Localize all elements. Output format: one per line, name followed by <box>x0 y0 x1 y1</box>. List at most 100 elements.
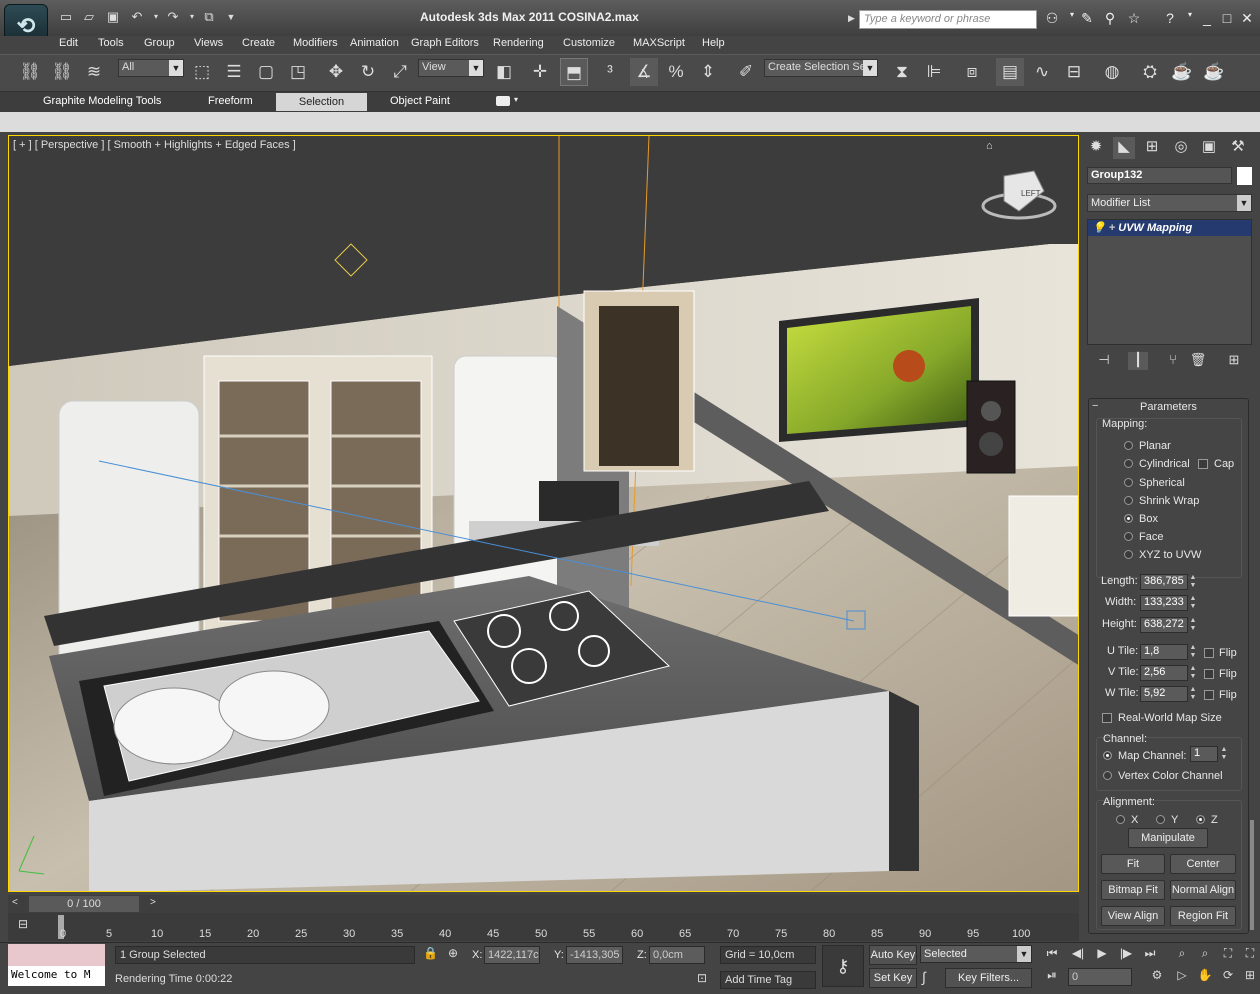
wtile-spinner-icon[interactable]: ▲ ▼ <box>1189 686 1197 702</box>
save-file-icon[interactable]: ▣ <box>104 9 122 25</box>
field-of-view-icon[interactable]: ▷ <box>1172 968 1192 986</box>
select-and-rotate-icon[interactable]: ↻ <box>354 58 382 86</box>
view-align-button[interactable]: View Align <box>1101 906 1165 926</box>
region-fit-button[interactable]: Region Fit <box>1170 906 1236 926</box>
ribbon-dropdown-icon[interactable]: ▾ <box>514 95 518 104</box>
favorites-star-icon[interactable]: ☆ <box>1124 10 1144 28</box>
height-field[interactable]: 638,272 <box>1140 617 1188 633</box>
ribbon-toggle-icon[interactable] <box>496 96 510 106</box>
width-spinner-icon[interactable]: ▲ ▼ <box>1189 595 1197 611</box>
menu-modifiers[interactable]: Modifiers <box>293 37 338 49</box>
utile-spinner-icon[interactable]: ▲ ▼ <box>1189 644 1197 660</box>
radio-align-y[interactable] <box>1156 815 1165 824</box>
fit-button[interactable]: Fit <box>1101 854 1165 874</box>
next-frame-icon[interactable]: > <box>150 897 156 908</box>
radio-shrink-wrap[interactable] <box>1124 496 1133 505</box>
tab-freeform[interactable]: Freeform <box>208 95 253 107</box>
time-configuration-icon[interactable]: ⚙ <box>1147 968 1167 986</box>
tab-object-paint[interactable]: Object Paint <box>390 95 450 107</box>
length-field[interactable]: 386,785 <box>1140 574 1188 590</box>
rectangular-selection-icon[interactable]: ▢ <box>252 58 280 86</box>
center-button[interactable]: Center <box>1170 854 1236 874</box>
time-tag-icon[interactable]: ⊡ <box>697 971 707 985</box>
key-mode-toggle-icon[interactable]: ⏯ <box>1042 968 1062 986</box>
y-coordinate-field[interactable]: -1413,305 <box>566 946 623 964</box>
menu-views[interactable]: Views <box>194 37 223 49</box>
modify-tab-icon[interactable]: ◣ <box>1113 137 1135 159</box>
object-color-swatch[interactable] <box>1237 167 1252 185</box>
tab-graphite-modeling-tools[interactable]: Graphite Modeling Tools <box>43 95 161 107</box>
play-icon[interactable]: ▶ <box>1092 946 1112 964</box>
menu-create[interactable]: Create <box>242 37 275 49</box>
key-selection-dropdown[interactable]: Selected ▼ <box>920 945 1032 963</box>
undo-icon[interactable]: ↶ <box>128 9 146 25</box>
menu-customize[interactable]: Customize <box>563 37 615 49</box>
redo-icon[interactable]: ↷ <box>164 9 182 25</box>
select-by-name-icon[interactable]: ☰ <box>220 58 248 86</box>
length-spinner-icon[interactable]: ▲ ▼ <box>1189 574 1197 590</box>
vflip-checkbox[interactable] <box>1204 669 1214 679</box>
set-key-button[interactable]: Set Key <box>869 968 917 988</box>
perspective-viewport[interactable]: LEFT <box>8 135 1079 892</box>
normal-align-button[interactable]: Normal Align <box>1170 880 1236 900</box>
maxscript-listener-text[interactable]: Welcome to M <box>8 966 105 986</box>
create-tab-icon[interactable]: ✹ <box>1085 137 1107 159</box>
radio-face[interactable] <box>1124 532 1133 541</box>
keyboard-shortcut-override-icon[interactable]: ⬒ <box>560 58 588 86</box>
undo-dropdown-icon[interactable]: ▾ <box>147 9 165 25</box>
lightbulb-icon[interactable]: 💡 <box>1092 222 1106 234</box>
schematic-view-icon[interactable]: ⊟ <box>1060 58 1088 86</box>
tab-selection[interactable]: Selection <box>276 93 367 111</box>
display-tab-icon[interactable]: ▣ <box>1198 137 1220 159</box>
object-name-field[interactable]: Group132 <box>1087 167 1232 184</box>
expand-plus-icon[interactable]: + <box>1109 222 1115 234</box>
angle-snap-icon[interactable]: ∡ <box>630 58 658 86</box>
select-and-link-icon[interactable]: ⛓ <box>16 58 44 86</box>
zoom-extents-icon[interactable]: ⛶ <box>1218 946 1238 964</box>
maximize-icon[interactable]: □ <box>1217 10 1237 28</box>
rendered-frame-window-icon[interactable]: ☕ <box>1168 58 1196 86</box>
radio-box[interactable] <box>1124 514 1133 523</box>
search-input[interactable]: Type a keyword or phrase <box>859 10 1037 29</box>
radio-align-z[interactable] <box>1196 815 1205 824</box>
percent-snap-icon[interactable]: % <box>662 58 690 86</box>
material-editor-icon[interactable]: ◍ <box>1098 58 1126 86</box>
viewport-label[interactable]: [ + ] [ Perspective ] [ Smooth + Highlig… <box>13 139 296 151</box>
zoom-icon[interactable]: ⌕ <box>1172 946 1192 964</box>
window-crossing-icon[interactable]: ◳ <box>284 58 312 86</box>
named-selection-sets-dropdown[interactable]: Create Selection Se ▼ <box>764 59 878 77</box>
radio-cylindrical[interactable] <box>1124 459 1133 468</box>
select-and-move-icon[interactable]: ✥ <box>322 58 350 86</box>
add-time-tag-button[interactable]: Add Time Tag <box>720 971 816 989</box>
configure-modifier-sets-icon[interactable]: ⊞ <box>1224 352 1244 370</box>
reference-coordinate-dropdown[interactable]: View ▼ <box>418 59 484 77</box>
set-key-mode-icon[interactable]: ⚷ <box>822 945 864 987</box>
wtile-field[interactable]: 5,92 <box>1140 686 1188 702</box>
align-icon[interactable]: ⊫ <box>920 58 948 86</box>
uflip-checkbox[interactable] <box>1204 648 1214 658</box>
new-file-icon[interactable]: ▭ <box>57 9 75 25</box>
mirror-icon[interactable]: ⧗ <box>888 58 916 86</box>
remove-modifier-icon[interactable]: 🗑 <box>1188 352 1208 370</box>
motion-tab-icon[interactable]: ◎ <box>1170 137 1192 159</box>
minimize-icon[interactable]: _ <box>1197 10 1217 28</box>
home-icon[interactable]: ⌂ <box>986 140 993 152</box>
close-icon[interactable]: ✕ <box>1237 10 1257 28</box>
layer-manager-icon[interactable]: ⧈ <box>958 58 986 86</box>
z-coordinate-field[interactable]: 0,0cm <box>649 946 705 964</box>
previous-frame-icon[interactable]: < <box>12 897 18 908</box>
binoculars-icon[interactable]: ⚇ <box>1042 10 1062 28</box>
radio-vertex-color-channel[interactable] <box>1103 771 1112 780</box>
menu-rendering[interactable]: Rendering <box>493 37 544 49</box>
real-world-map-size-checkbox[interactable] <box>1102 713 1112 723</box>
go-to-end-icon[interactable]: ⏭ <box>1140 946 1160 964</box>
vtile-field[interactable]: 2,56 <box>1140 665 1188 681</box>
previous-key-icon[interactable]: ◀| <box>1068 946 1088 964</box>
radio-planar[interactable] <box>1124 441 1133 450</box>
command-panel-scrollbar[interactable] <box>1250 820 1254 930</box>
menu-edit[interactable]: Edit <box>59 37 78 49</box>
utilities-tab-icon[interactable]: ⚒ <box>1227 137 1249 159</box>
zoom-extents-all-icon[interactable]: ⛶ <box>1240 946 1260 964</box>
selection-lock-icon[interactable]: 🔒 <box>423 946 438 960</box>
menu-graph-editors[interactable]: Graph Editors <box>411 37 479 49</box>
